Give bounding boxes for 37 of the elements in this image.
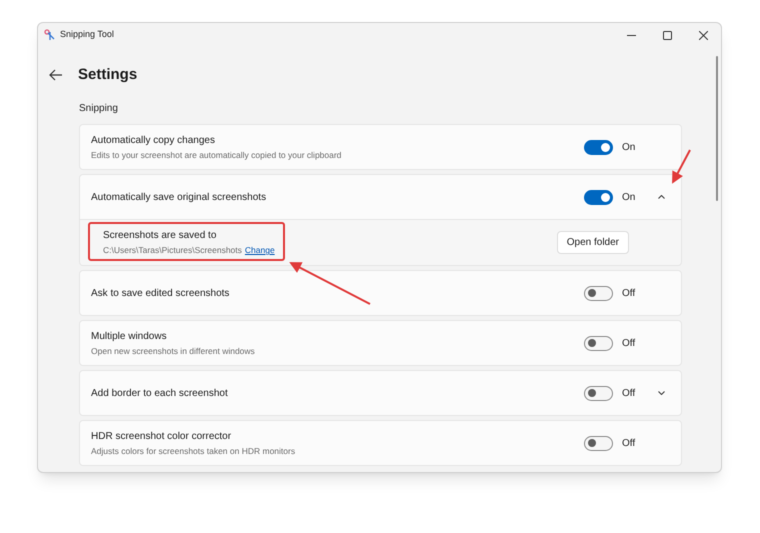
setting-title: HDR screenshot color corrector xyxy=(91,430,232,444)
setting-title: Multiple windows xyxy=(91,330,168,344)
toggle-label: On xyxy=(622,140,636,154)
toggle-switch[interactable] xyxy=(584,140,613,154)
maximize-icon xyxy=(662,30,672,40)
section-title: Snipping xyxy=(79,102,119,116)
back-arrow-icon[interactable] xyxy=(49,69,63,81)
toggle-label: Off xyxy=(622,286,636,300)
page-title: Settings xyxy=(78,64,138,85)
toggle-switch[interactable] xyxy=(584,190,613,204)
toggle-label: Off xyxy=(622,336,636,350)
setting-title: Automatically save original screenshots xyxy=(91,190,268,204)
setting-description: Edits to your screenshot are automatically copied to your clipboard xyxy=(91,148,342,162)
toggle-switch[interactable] xyxy=(584,286,613,300)
scissors-icon xyxy=(44,29,56,41)
window-title: Snipping Tool xyxy=(60,28,114,42)
chevron-up-icon[interactable] xyxy=(658,195,664,199)
change-link[interactable]: Change xyxy=(244,244,275,257)
toggle-label: On xyxy=(622,190,636,204)
toggle-switch[interactable] xyxy=(584,436,613,450)
annotation-arrow xyxy=(672,150,691,184)
setting-description: Adjusts colors for screenshots taken on HDR monitors xyxy=(91,444,296,458)
setting-title: Automatically copy changes xyxy=(91,134,216,148)
folder-path: C:\Users\Taras\Pictures\Screenshots xyxy=(103,244,242,257)
toggle-switch[interactable] xyxy=(584,386,613,400)
open-folder-button[interactable]: Open folder xyxy=(556,231,629,254)
toggle-label: Off xyxy=(622,436,636,450)
toggle-label: Off xyxy=(622,386,636,400)
close-icon xyxy=(698,30,708,40)
setting-title: Ask to save edited screenshots xyxy=(91,286,230,300)
toggle-switch[interactable] xyxy=(584,336,613,350)
setting-title: Add border to each screenshot xyxy=(91,386,229,400)
setting-description: Open new screenshots in different windows xyxy=(91,344,256,358)
chevron-down-icon[interactable] xyxy=(658,391,664,395)
setting-title: Screenshots are saved to xyxy=(103,229,218,244)
scrollbar[interactable] xyxy=(716,56,718,201)
minimize-icon xyxy=(626,34,636,36)
